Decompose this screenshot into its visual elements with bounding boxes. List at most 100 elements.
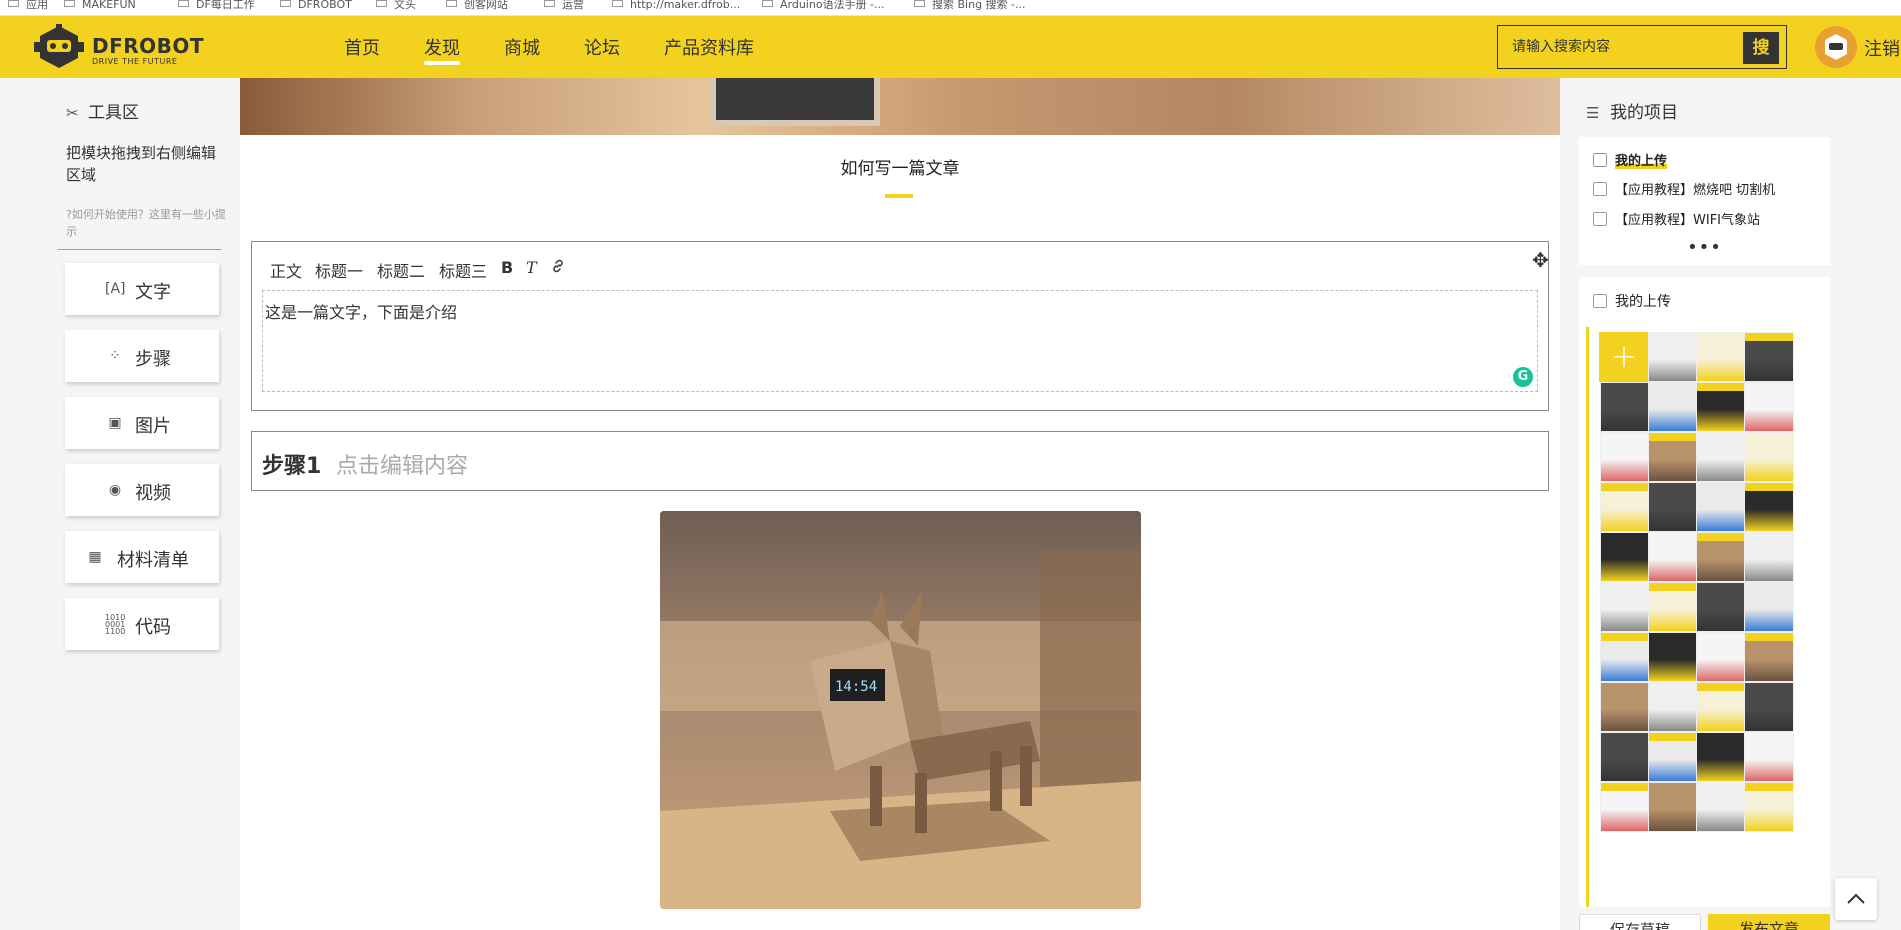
project-item[interactable]: 我的上传 [1593,150,1668,169]
folder-icon [544,0,555,7]
bookmark-item[interactable]: 创客网站 [446,0,508,15]
step-placeholder[interactable]: 点击编辑内容 [336,448,468,480]
tool-text[interactable]: [A] 文字 [65,263,219,315]
upload-thumbnail[interactable] [1648,432,1698,482]
upload-thumbnail[interactable] [1744,532,1794,582]
upload-thumbnail[interactable] [1600,632,1650,682]
logout-link[interactable]: 注销 [1864,35,1900,61]
upload-thumbnail[interactable] [1696,332,1746,382]
upload-thumbnail[interactable] [1600,432,1650,482]
upload-thumbnail[interactable] [1696,482,1746,532]
upload-thumbnail[interactable] [1600,482,1650,532]
italic-button[interactable]: T [526,258,537,277]
toolbar-heading-2[interactable]: 标题二 [377,258,425,282]
upload-thumbnail[interactable] [1648,632,1698,682]
upload-thumbnail[interactable] [1648,332,1698,382]
upload-thumbnail[interactable] [1744,732,1794,782]
upload-thumbnail[interactable] [1600,782,1650,832]
bookmark-item[interactable]: MAKEFUN [64,0,136,15]
more-projects-button[interactable]: ••• [1579,237,1830,258]
tool-materials[interactable]: ▦ 材料清单 [65,531,219,583]
publish-button[interactable]: 发布文章 [1708,914,1830,930]
robot-logo-icon [34,24,84,68]
upload-icon [1593,153,1607,167]
upload-thumbnail[interactable] [1744,332,1794,382]
toolbox-tip-link[interactable]: ?如何开始使用？这里有一些小提示 [66,206,226,240]
tool-code[interactable]: 1010 0001 1100 代码 [65,598,219,650]
upload-thumbnail[interactable] [1744,782,1794,832]
nav-discover[interactable]: 发现 [424,34,460,65]
save-draft-button[interactable]: 保存草稿 [1579,914,1701,930]
upload-thumbnail[interactable] [1600,732,1650,782]
project-item[interactable]: 【应用教程】WIFI气象站 [1593,209,1760,228]
upload-thumbnail[interactable] [1648,532,1698,582]
upload-thumbnail[interactable] [1696,732,1746,782]
bookmark-item[interactable]: 运营 [544,0,584,15]
upload-thumbnail[interactable] [1648,682,1698,732]
bookmark-item[interactable]: 搜索 Bing 搜索 -... [914,0,1026,15]
avatar[interactable] [1815,26,1857,68]
article-title[interactable]: 如何写一篇文章 [240,154,1560,179]
nav-home[interactable]: 首页 [344,34,380,60]
bookmark-item[interactable]: Arduino语法手册 -... [762,0,885,15]
grammarly-icon[interactable]: G [1513,367,1533,387]
tool-steps[interactable]: ⁘ 步骤 [65,330,219,382]
upload-thumbnail[interactable] [1648,782,1698,832]
article-image[interactable]: 14:54 [660,511,1141,909]
bookmark-item[interactable]: http://maker.dfrob... [612,0,740,15]
upload-thumbnail[interactable] [1696,532,1746,582]
folder-icon [376,0,387,7]
add-image-button[interactable]: + [1599,332,1649,382]
step-block[interactable]: 步骤1 点击编辑内容 [251,431,1549,491]
bookmark-item[interactable]: DFROBOT [280,0,352,15]
link-icon[interactable] [550,258,566,278]
tool-video[interactable]: ◉ 视频 [65,464,219,516]
upload-thumbnail[interactable] [1744,432,1794,482]
upload-thumbnail[interactable] [1600,532,1650,582]
toolbar-heading-1[interactable]: 标题一 [315,258,363,282]
bookmark-item[interactable]: DF每日工作 [178,0,255,15]
upload-thumbnail[interactable] [1696,632,1746,682]
upload-thumbnail[interactable] [1696,382,1746,432]
bold-button[interactable]: B [501,258,513,277]
bookmark-item[interactable]: 应用 [8,0,48,15]
gallery-scroll-indicator[interactable] [1586,327,1589,907]
cover-image[interactable] [240,78,1560,135]
upload-thumbnail[interactable] [1744,582,1794,632]
tool-label: 视频 [135,483,171,504]
project-item[interactable]: 【应用教程】燃烧吧 切割机 [1593,179,1775,198]
upload-thumbnail[interactable] [1648,482,1698,532]
upload-thumbnail[interactable] [1600,382,1650,432]
article-editor: 如何写一篇文章 正文 标题一 标题二 标题三 B T ✥ 这是一篇文字，下面是介… [240,78,1560,930]
bookmark-item[interactable]: 文头 [376,0,416,15]
text-content-area[interactable]: 这是一篇文字，下面是介绍 G [262,290,1538,392]
upload-thumbnail[interactable] [1648,582,1698,632]
upload-thumbnail[interactable] [1744,632,1794,682]
tool-image[interactable]: ▣ 图片 [65,397,219,449]
upload-thumbnail[interactable] [1600,682,1650,732]
toolbar-heading-3[interactable]: 标题三 [439,258,487,282]
search-button[interactable]: 搜 [1743,32,1779,64]
nav-shop[interactable]: 商城 [504,34,540,60]
logo-tagline: DRIVE THE FUTURE [92,57,178,66]
upload-thumbnail[interactable] [1744,382,1794,432]
upload-thumbnail[interactable] [1696,682,1746,732]
text-block[interactable]: 正文 标题一 标题二 标题三 B T ✥ 这是一篇文字，下面是介绍 G [251,241,1549,411]
toolbox-hint: 把模块拖拽到右侧编辑区域 [66,144,217,184]
nav-forum[interactable]: 论坛 [584,34,620,60]
scroll-to-top-button[interactable] [1835,878,1877,920]
upload-thumbnail[interactable] [1648,732,1698,782]
upload-thumbnail[interactable] [1696,782,1746,832]
upload-thumbnail[interactable] [1696,582,1746,632]
upload-thumbnail[interactable] [1696,432,1746,482]
toolbar-paragraph[interactable]: 正文 [270,258,302,282]
search-input[interactable] [1504,32,1734,62]
upload-thumbnail[interactable] [1648,382,1698,432]
upload-thumbnail[interactable] [1744,482,1794,532]
dfrobot-logo[interactable]: DFROBOT DRIVE THE FUTURE [34,24,234,70]
robot-avatar-icon [1815,26,1857,68]
move-handle-icon[interactable]: ✥ [1532,248,1549,272]
upload-thumbnail[interactable] [1744,682,1794,732]
upload-thumbnail[interactable] [1600,582,1650,632]
nav-product-library[interactable]: 产品资料库 [664,34,754,60]
